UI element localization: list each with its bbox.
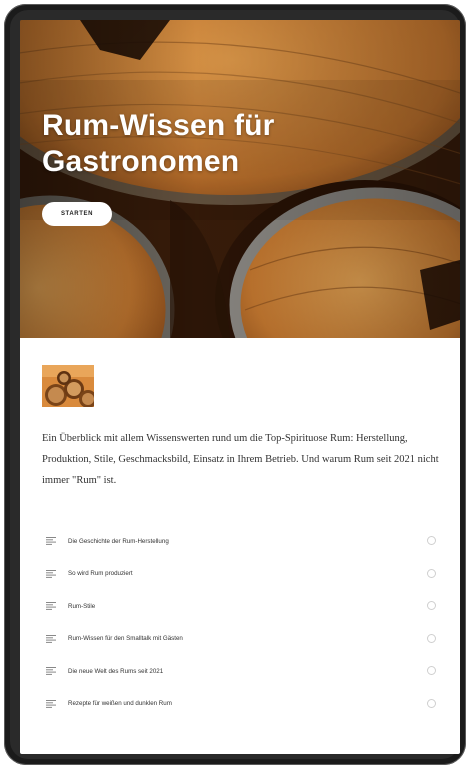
hero-banner: Rum-Wissen für Gastronomen STARTEN	[20, 20, 460, 338]
screen: Rum-Wissen für Gastronomen STARTEN Ein Ü…	[20, 20, 460, 754]
text-lines-icon	[46, 699, 56, 708]
circle-outline-icon	[427, 536, 436, 545]
circle-outline-icon	[427, 601, 436, 610]
course-title-line-2: Gastronomen	[42, 145, 240, 178]
lesson-list: Die Geschichte der Rum-Herstellung So wi…	[42, 525, 436, 720]
lesson-item[interactable]: Rum-Stile	[42, 590, 436, 623]
lesson-label: Rum-Stile	[68, 602, 96, 610]
circle-outline-icon	[427, 698, 436, 708]
lesson-label: So wird Rum produziert	[68, 570, 133, 578]
start-button[interactable]: STARTEN	[42, 202, 112, 226]
text-lines-icon	[46, 667, 56, 676]
course-description: Ein Überblick mit allem Wissenswerten ru…	[42, 433, 439, 486]
circle-outline-icon	[427, 666, 436, 675]
course-thumbnail	[42, 365, 94, 407]
lesson-item[interactable]: Die Geschichte der Rum-Herstellung	[42, 525, 436, 558]
text-lines-icon	[46, 537, 56, 546]
lesson-item[interactable]: Rezepte für weißen und dunklen Rum	[42, 688, 436, 721]
lesson-label: Rum-Wissen für den Smalltalk mit Gästen	[68, 635, 183, 643]
lesson-label: Die Geschichte der Rum-Herstellung	[68, 537, 169, 545]
course-title: Rum-Wissen für Gastronomen	[42, 108, 402, 180]
lesson-item[interactable]: Rum-Wissen für den Smalltalk mit Gästen	[42, 623, 436, 656]
lesson-item[interactable]: So wird Rum produziert	[42, 558, 436, 591]
course-title-line-1: Rum-Wissen für	[42, 109, 275, 142]
text-lines-icon	[46, 634, 56, 643]
text-lines-icon	[46, 602, 56, 611]
barrels-thumbnail-image	[42, 365, 94, 407]
lesson-item[interactable]: Die neue Welt des Rums seit 2021	[42, 655, 436, 688]
lesson-label: Die neue Welt des Rums seit 2021	[68, 667, 164, 675]
text-lines-icon	[46, 569, 56, 578]
lesson-label: Rezepte für weißen und dunklen Rum	[68, 700, 172, 708]
circle-outline-icon	[427, 633, 436, 643]
circle-outline-icon	[427, 568, 436, 578]
